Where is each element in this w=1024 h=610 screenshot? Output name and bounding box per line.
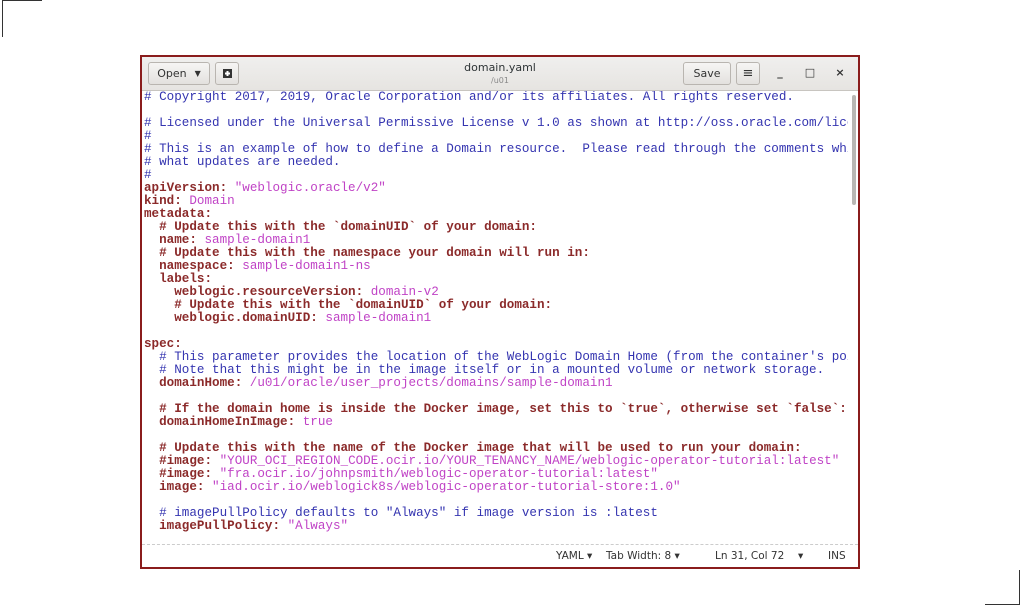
vertical-scrollbar[interactable]: [852, 95, 856, 205]
yaml-key: image:: [144, 480, 205, 494]
crop-mark: [2, 0, 42, 1]
yaml-value: domain-v2: [363, 285, 439, 299]
new-document-button[interactable]: [215, 62, 239, 85]
open-label: Open: [157, 67, 187, 80]
yaml-value: /u01/oracle/user_projects/domains/sample…: [242, 376, 613, 390]
code-line: kind: Domain: [144, 195, 848, 208]
yaml-key: metadata:: [144, 207, 213, 221]
yaml-comment: # Licensed under the Universal Permissiv…: [144, 116, 848, 130]
yaml-comment: # Update this with the `domainUID` of yo…: [144, 298, 553, 312]
yaml-comment: # Note that this might be in the image i…: [144, 363, 825, 377]
yaml-key: spec:: [144, 337, 182, 351]
yaml-comment: # imagePullPolicy defaults to "Always" i…: [144, 506, 658, 520]
code-line: domainHomeInImage: true: [144, 416, 848, 429]
code-line: imagePullPolicy: "Always": [144, 520, 848, 533]
yaml-value: Domain: [181, 194, 235, 208]
yaml-key: name:: [144, 233, 197, 247]
yaml-key: imagePullPolicy:: [144, 519, 281, 533]
code-line: domainHome: /u01/oracle/user_projects/do…: [144, 377, 848, 390]
window-subtitle: /u01: [491, 76, 509, 85]
new-document-icon: [222, 69, 232, 78]
yaml-comment: # Update this with the `domainUID` of yo…: [144, 220, 537, 234]
language-label: YAML: [556, 550, 584, 562]
text-editor[interactable]: # Copyright 2017, 2019, Oracle Corporati…: [142, 91, 848, 543]
hamburger-menu-button[interactable]: ≡: [736, 62, 760, 85]
save-button[interactable]: Save: [683, 62, 731, 85]
code-line: image: "iad.ocir.io/weblogick8s/weblogic…: [144, 481, 848, 494]
yaml-key: kind:: [144, 194, 182, 208]
yaml-comment: # Update this with the namespace your do…: [144, 246, 590, 260]
code-line: # Licensed under the Universal Permissiv…: [144, 117, 848, 130]
header-bar: Open ▼ domain.yaml /u01 Save ≡ _ □ ×: [142, 57, 858, 91]
tab-width-selector[interactable]: Tab Width: 8 ▾: [606, 550, 680, 562]
crop-mark: [1019, 570, 1020, 605]
status-bar: YAML ▾ Tab Width: 8 ▾ Ln 31, Col 72 ▾ IN…: [142, 544, 858, 567]
yaml-comment: # This is an example of how to define a …: [144, 142, 848, 156]
yaml-value: "weblogic.oracle/v2": [227, 181, 386, 195]
yaml-key: labels:: [144, 272, 213, 286]
window-title: domain.yaml: [464, 61, 536, 74]
open-button[interactable]: Open ▼: [148, 62, 210, 85]
yaml-value: sample-domain1-ns: [234, 259, 371, 273]
code-content: # Copyright 2017, 2019, Oracle Corporati…: [142, 91, 848, 533]
crop-mark: [2, 0, 3, 37]
yaml-comment: # Update this with the name of the Docke…: [144, 441, 802, 455]
yaml-comment: #: [144, 168, 152, 182]
yaml-key: domainHome:: [144, 376, 243, 390]
yaml-value: sample-domain1: [196, 233, 311, 247]
yaml-value: sample-domain1: [317, 311, 432, 325]
yaml-key: namespace:: [144, 259, 235, 273]
yaml-key: apiVersion:: [144, 181, 228, 195]
yaml-comment: #: [144, 129, 152, 143]
yaml-value: "fra.ocir.io/johnpsmith/weblogic-operato…: [212, 467, 658, 481]
yaml-key: #image:: [144, 467, 213, 481]
yaml-comment: # If the domain home is inside the Docke…: [144, 402, 847, 416]
yaml-comment: # what updates are needed.: [144, 155, 341, 169]
code-line: # what updates are needed.: [144, 156, 848, 169]
yaml-value: "Always": [280, 519, 349, 533]
chevron-down-icon: ▼: [194, 69, 201, 78]
yaml-value: "iad.ocir.io/weblogick8s/weblogic-operat…: [204, 480, 681, 494]
code-line: # Copyright 2017, 2019, Oracle Corporati…: [144, 91, 848, 104]
yaml-key: weblogic.resourceVersion:: [144, 285, 364, 299]
gedit-window: Open ▼ domain.yaml /u01 Save ≡ _ □ × # C…: [140, 55, 860, 569]
menu-icon: ≡: [742, 66, 754, 81]
crop-mark: [985, 604, 1020, 605]
yaml-value: "YOUR_OCI_REGION_CODE.ocir.io/YOUR_TENAN…: [212, 454, 840, 468]
yaml-key: domainHomeInImage:: [144, 415, 296, 429]
code-line: apiVersion: "weblogic.oracle/v2": [144, 182, 848, 195]
maximize-icon[interactable]: □: [802, 66, 818, 79]
yaml-comment: # This parameter provides the location o…: [159, 350, 848, 364]
yaml-value: true: [295, 415, 333, 429]
code-line: namespace: sample-domain1-ns: [144, 260, 848, 273]
insert-mode: INS: [828, 550, 846, 562]
cursor-position: Ln 31, Col 72: [715, 550, 785, 562]
close-icon[interactable]: ×: [832, 66, 848, 79]
yaml-key: #image:: [144, 454, 213, 468]
yaml-key: weblogic.domainUID:: [144, 311, 318, 325]
yaml-comment: # Copyright 2017, 2019, Oracle Corporati…: [144, 91, 794, 104]
language-selector[interactable]: YAML ▾: [556, 550, 592, 562]
tab-width-label: Tab Width: 8: [606, 550, 672, 562]
minimize-icon[interactable]: _: [772, 66, 788, 79]
position-dropdown-icon[interactable]: ▾: [798, 550, 803, 562]
code-line: weblogic.domainUID: sample-domain1: [144, 312, 848, 325]
